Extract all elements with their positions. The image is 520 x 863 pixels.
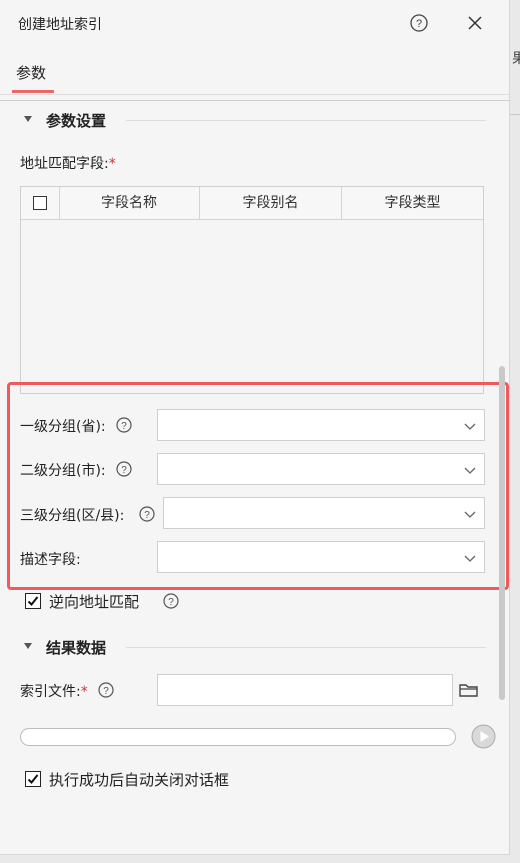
- folder-icon[interactable]: [458, 680, 480, 700]
- checkmark-icon: [27, 596, 39, 606]
- progress-bar: [20, 728, 456, 746]
- create-address-index-dialog: 创建地址索引 ? 参数 参数设置 地址匹配字段:* 字段名称 字段别名 字段类型: [0, 0, 510, 855]
- auto-close-label: 执行成功后自动关闭对话框: [49, 771, 230, 789]
- required-mark: *: [108, 156, 116, 172]
- help-icon[interactable]: ?: [410, 14, 428, 32]
- column-header-field-type[interactable]: 字段类型: [342, 187, 483, 219]
- result-section-header[interactable]: 结果数据: [24, 637, 494, 657]
- svg-text:?: ?: [168, 597, 174, 608]
- result-section-title: 结果数据: [46, 639, 107, 657]
- background-text-fragment: 果: [512, 51, 520, 67]
- section-rule: [126, 647, 486, 648]
- auto-close-option[interactable]: 执行成功后自动关闭对话框: [25, 769, 285, 789]
- column-header-field-name[interactable]: 字段名称: [59, 187, 200, 219]
- section-rule: [126, 120, 486, 121]
- address-match-field-text: 地址匹配字段:: [20, 156, 109, 172]
- column-header-field-alias[interactable]: 字段别名: [200, 187, 342, 219]
- reverse-match-checkbox[interactable]: [25, 593, 41, 609]
- required-mark: *: [80, 684, 88, 700]
- index-file-input[interactable]: [157, 674, 453, 706]
- tab-params[interactable]: 参数: [16, 62, 46, 83]
- collapse-triangle-icon[interactable]: [24, 643, 32, 649]
- svg-text:?: ?: [103, 686, 109, 697]
- collapse-triangle-icon[interactable]: [24, 116, 32, 122]
- help-icon[interactable]: ?: [163, 593, 179, 609]
- select-all-checkbox[interactable]: [33, 196, 47, 210]
- scrollbar[interactable]: [499, 366, 505, 700]
- index-file-text: 索引文件:: [20, 684, 81, 700]
- field-table: 字段名称 字段别名 字段类型: [20, 186, 484, 394]
- tab-active-indicator: [12, 90, 54, 93]
- auto-close-checkbox[interactable]: [25, 771, 41, 787]
- address-match-field-label: 地址匹配字段:*: [20, 153, 116, 173]
- window-title: 创建地址索引: [18, 17, 102, 33]
- params-section-header[interactable]: 参数设置: [24, 110, 494, 130]
- index-file-label: 索引文件:*: [20, 681, 88, 701]
- run-icon[interactable]: [471, 724, 496, 749]
- title-bar[interactable]: 创建地址索引 ?: [0, 0, 510, 46]
- divider: [0, 100, 510, 101]
- tab-bar: 参数: [0, 56, 510, 95]
- highlight-box: [7, 382, 509, 590]
- svg-text:?: ?: [416, 18, 422, 30]
- header-checkbox-cell: [21, 187, 60, 219]
- table-header: 字段名称 字段别名 字段类型: [21, 187, 483, 220]
- reverse-match-label: 逆向地址匹配: [49, 593, 140, 611]
- close-icon[interactable]: [466, 14, 484, 32]
- params-section-title: 参数设置: [46, 112, 107, 130]
- background-line: [510, 114, 520, 115]
- help-icon[interactable]: ?: [98, 682, 114, 698]
- checkmark-icon: [27, 774, 39, 784]
